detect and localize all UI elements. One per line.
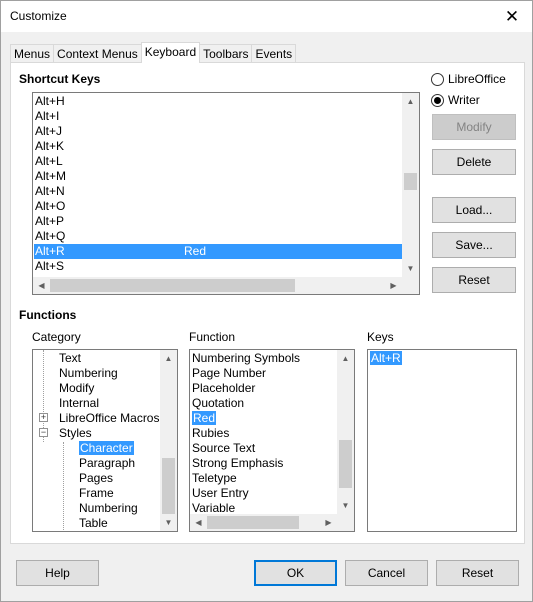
table-row[interactable]: Alt+I	[34, 109, 402, 124]
list-item-selected[interactable]: Red	[191, 411, 217, 426]
scrollbar-thumb[interactable]	[404, 173, 417, 190]
list-item[interactable]: Source Text	[191, 441, 255, 456]
delete-button[interactable]: Delete	[432, 149, 516, 175]
scroll-left-icon[interactable]: ◀	[33, 277, 50, 294]
list-item[interactable]: Placeholder	[191, 381, 255, 396]
list-item[interactable]: Numbering Symbols	[191, 351, 300, 366]
function-list[interactable]: Numbering Symbols Page Number Placeholde…	[189, 349, 355, 532]
scroll-left-icon[interactable]: ◀	[190, 514, 207, 531]
close-button[interactable]: ✕	[492, 1, 532, 32]
collapse-icon[interactable]: −	[39, 428, 48, 437]
title-bar: Customize ✕	[1, 1, 532, 32]
vertical-scrollbar[interactable]: ▲ ▼	[402, 93, 419, 277]
list-item[interactable]: Teletype	[191, 471, 237, 486]
scrollbar-corner	[402, 277, 419, 294]
reset-shortcuts-button[interactable]: Reset	[432, 267, 516, 293]
expand-icon[interactable]: +	[39, 413, 48, 422]
tree-item[interactable]: Internal	[58, 396, 99, 411]
customize-dialog: Customize ✕ Menus Context Menus Keyboard…	[0, 0, 533, 602]
table-row[interactable]: Alt+Q	[34, 229, 402, 244]
tree-item[interactable]: Numbering	[58, 366, 118, 381]
tree-item[interactable]: Paragraph	[78, 456, 135, 471]
radio-circle-icon	[431, 72, 444, 86]
horizontal-scrollbar[interactable]: ◀ ▶	[190, 514, 337, 531]
window-title: Customize	[10, 9, 67, 23]
scroll-down-icon[interactable]: ▼	[402, 260, 419, 277]
radio-checked-icon	[431, 93, 444, 107]
radio-writer[interactable]: Writer	[431, 93, 480, 107]
modify-button[interactable]: Modify	[432, 114, 516, 140]
scroll-down-icon[interactable]: ▼	[337, 497, 354, 514]
list-item-selected[interactable]: Alt+R	[369, 351, 402, 366]
save-button[interactable]: Save...	[432, 232, 516, 258]
scrollbar-thumb[interactable]	[207, 516, 299, 529]
table-row[interactable]: Alt+M	[34, 169, 402, 184]
scrollbar-corner	[337, 514, 354, 531]
cancel-button[interactable]: Cancel	[345, 560, 428, 586]
tree-item[interactable]: Styles	[58, 426, 92, 441]
table-row[interactable]: Alt+S	[34, 259, 402, 274]
scroll-down-icon[interactable]: ▼	[160, 514, 177, 531]
vertical-scrollbar[interactable]: ▲ ▼	[337, 350, 354, 514]
category-tree[interactable]: Text Numbering Modify Internal + LibreOf…	[32, 349, 178, 532]
tab-context-menus[interactable]: Context Menus	[53, 44, 142, 63]
table-row[interactable]: Alt+N	[34, 184, 402, 199]
load-button[interactable]: Load...	[432, 197, 516, 223]
functions-title: Functions	[19, 308, 77, 322]
shortcut-keys-list[interactable]: Alt+H Alt+I Alt+J Alt+K Alt+L Alt+M Alt+…	[32, 92, 420, 295]
vertical-scrollbar[interactable]: ▲ ▼	[160, 350, 177, 531]
function-label: Function	[189, 330, 236, 344]
close-icon: ✕	[504, 6, 520, 26]
horizontal-scrollbar[interactable]: ◀ ▶	[33, 277, 402, 294]
tree-item-selected[interactable]: Character	[78, 441, 134, 456]
scrollbar-thumb[interactable]	[50, 279, 295, 292]
tree-item[interactable]: Pages	[78, 471, 113, 486]
scroll-up-icon[interactable]: ▲	[402, 93, 419, 110]
tree-item[interactable]: Modify	[58, 381, 94, 396]
tab-menus[interactable]: Menus	[10, 44, 55, 63]
tree-item[interactable]: Table	[78, 516, 108, 531]
list-item[interactable]: Quotation	[191, 396, 244, 411]
table-row[interactable]: Alt+L	[34, 154, 402, 169]
table-row[interactable]: Alt+H	[34, 94, 402, 109]
radio-libreoffice[interactable]: LibreOffice	[431, 72, 506, 86]
ok-button[interactable]: OK	[254, 560, 337, 586]
scrollbar-thumb[interactable]	[162, 458, 175, 514]
keys-list[interactable]: Alt+R	[367, 349, 517, 532]
table-row[interactable]: Alt+J	[34, 124, 402, 139]
tab-events[interactable]: Events	[251, 44, 297, 63]
table-row[interactable]: Alt+P	[34, 214, 402, 229]
scroll-right-icon[interactable]: ▶	[385, 277, 402, 294]
tree-item[interactable]: Numbering	[78, 501, 138, 516]
table-row-selected[interactable]: Alt+R Red	[34, 244, 402, 259]
scroll-up-icon[interactable]: ▲	[337, 350, 354, 367]
tree-item[interactable]: Frame	[78, 486, 114, 501]
tree-line	[63, 442, 64, 530]
help-button[interactable]: Help	[16, 560, 99, 586]
tab-toolbars[interactable]: Toolbars	[199, 44, 253, 63]
keyboard-panel: Shortcut Keys Alt+H Alt+I Alt+J Alt+K Al…	[10, 62, 525, 544]
list-item[interactable]: Page Number	[191, 366, 266, 381]
scroll-up-icon[interactable]: ▲	[160, 350, 177, 367]
tab-bar: Menus Context Menus Keyboard Toolbars Ev…	[10, 42, 297, 63]
list-item[interactable]: User Entry	[191, 486, 249, 501]
scrollbar-thumb[interactable]	[339, 440, 352, 488]
category-label: Category	[32, 330, 81, 344]
tree-item[interactable]: LibreOffice Macros	[58, 411, 159, 426]
shortcut-keys-title: Shortcut Keys	[19, 72, 101, 86]
scroll-right-icon[interactable]: ▶	[320, 514, 337, 531]
keys-label: Keys	[367, 330, 394, 344]
tab-keyboard[interactable]: Keyboard	[140, 42, 201, 63]
table-row[interactable]: Alt+K	[34, 139, 402, 154]
reset-button[interactable]: Reset	[436, 560, 519, 586]
table-row[interactable]: Alt+O	[34, 199, 402, 214]
list-item[interactable]: Strong Emphasis	[191, 456, 283, 471]
list-item[interactable]: Rubies	[191, 426, 229, 441]
tree-item[interactable]: Text	[58, 351, 81, 366]
